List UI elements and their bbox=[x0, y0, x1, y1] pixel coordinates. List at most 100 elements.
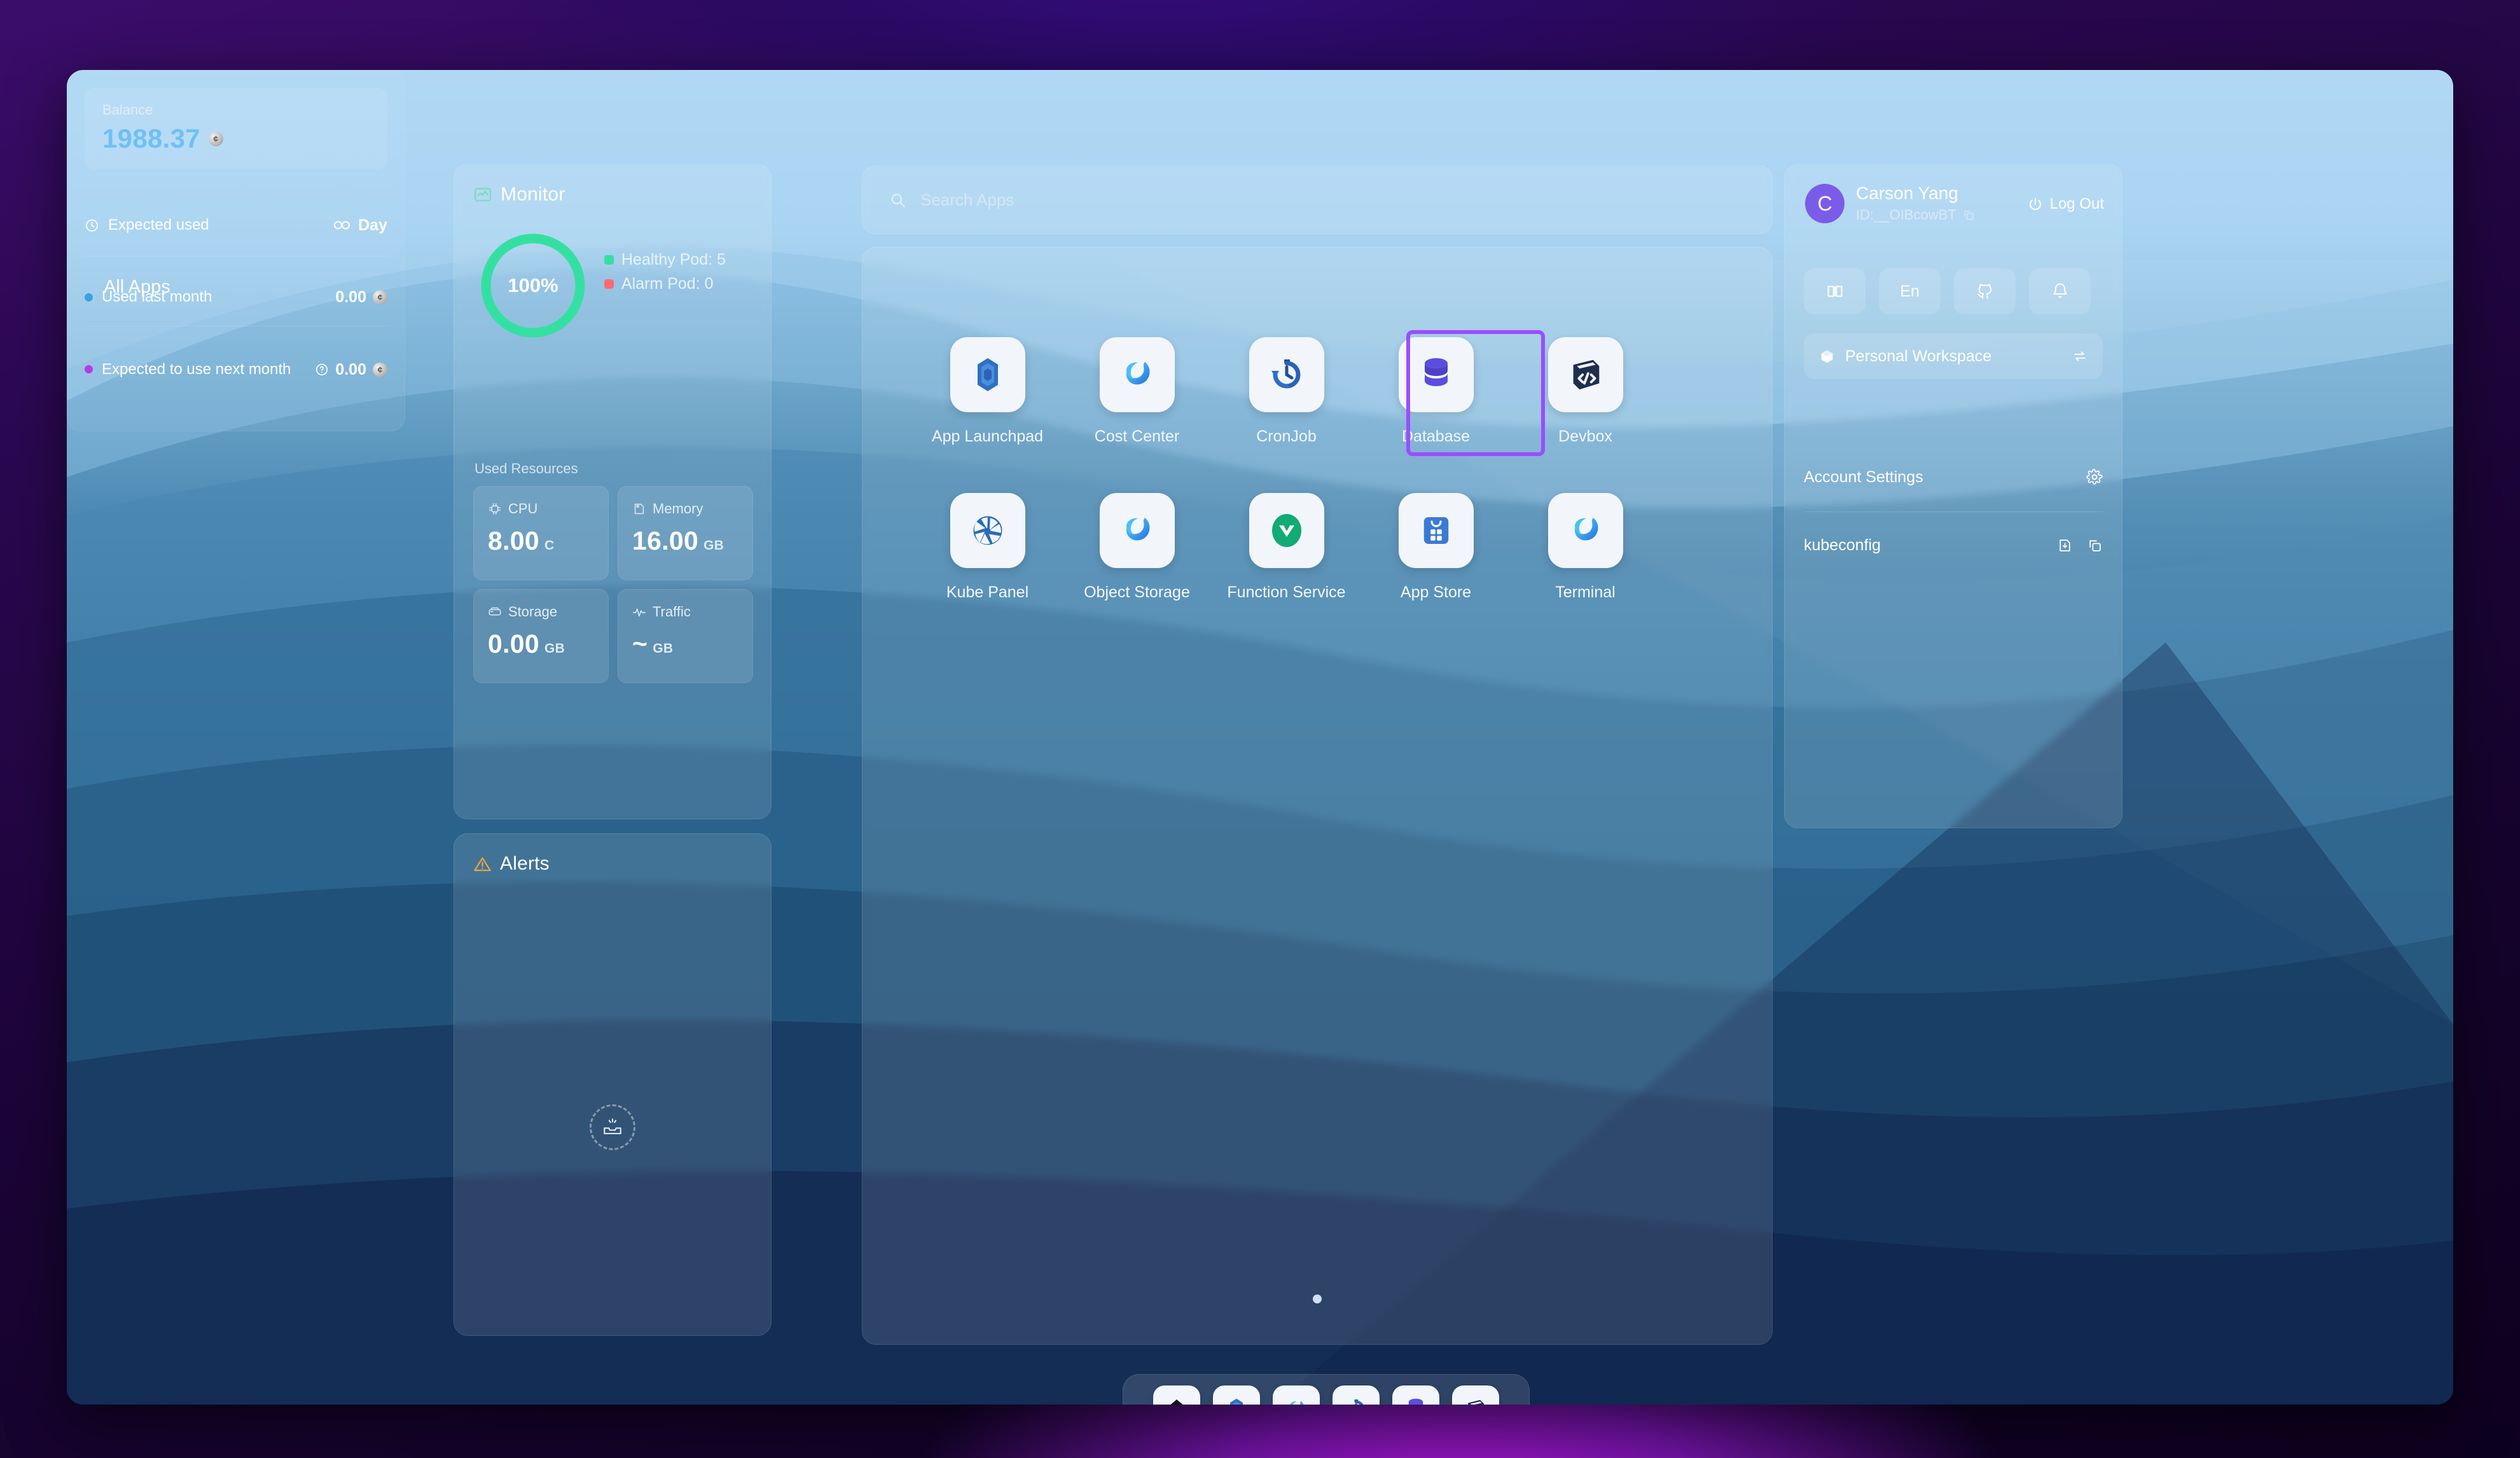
app-tile-function-service[interactable]: Function Service bbox=[1212, 493, 1361, 603]
app-label-cost-center: Cost Center bbox=[1095, 426, 1179, 447]
app-label-app-store: App Store bbox=[1401, 582, 1471, 603]
clock-icon bbox=[85, 218, 99, 233]
app-tile-app-store[interactable]: App Store bbox=[1361, 493, 1511, 603]
app-grid-row-2: Kube Panel Object Storage Function S bbox=[913, 493, 1660, 603]
search-bar[interactable]: Search Apps bbox=[862, 165, 1773, 234]
alerts-header: Alerts bbox=[454, 834, 771, 875]
devbox-icon bbox=[1452, 1385, 1499, 1405]
app-grid-row-1: App Launchpad Cost Center bbox=[913, 337, 1660, 447]
dock-item-database[interactable] bbox=[1392, 1385, 1439, 1405]
app-label-kube-panel: Kube Panel bbox=[946, 582, 1028, 603]
dock-item-app-launchpad[interactable] bbox=[1213, 1385, 1260, 1405]
health-gauge: 100% bbox=[476, 228, 590, 343]
question-icon[interactable] bbox=[315, 363, 329, 377]
app-label-cronjob: CronJob bbox=[1256, 426, 1317, 447]
app-tile-cost-center[interactable]: Cost Center bbox=[1062, 337, 1212, 447]
used-last-month-label: Used last month bbox=[102, 288, 212, 306]
gear-icon[interactable] bbox=[2086, 469, 2103, 485]
used-last-month-row: Used last month 0.00 ¢ bbox=[85, 272, 387, 322]
alerts-panel: Alerts bbox=[453, 833, 772, 1336]
expected-next-month-label: Expected to use next month bbox=[102, 360, 291, 378]
resource-card-traffic: Traffic ~GB bbox=[618, 589, 753, 683]
app-tile-cronjob[interactable]: CronJob bbox=[1212, 337, 1361, 447]
resource-card-memory: Memory 16.00GB bbox=[618, 486, 753, 580]
alarm-pod-dot-icon bbox=[604, 279, 614, 289]
switch-arrows-icon[interactable] bbox=[2072, 349, 2087, 364]
account-settings-row[interactable]: Account Settings bbox=[1804, 454, 2103, 500]
coin-icon: ¢ bbox=[373, 290, 387, 305]
app-label-object-storage: Object Storage bbox=[1084, 582, 1190, 603]
balance-label: Balance bbox=[102, 102, 387, 118]
used-last-month-value: 0.00 bbox=[335, 288, 366, 307]
user-name: Carson Yang bbox=[1856, 184, 1975, 203]
devbox-icon bbox=[1548, 337, 1623, 412]
home-icon bbox=[1153, 1385, 1200, 1405]
copy-icon[interactable] bbox=[1962, 209, 1975, 221]
resource-name-cpu: CPU bbox=[508, 501, 537, 517]
cronjob-icon bbox=[1333, 1385, 1380, 1405]
expected-next-month-value: 0.00 bbox=[335, 361, 366, 379]
dock-item-home[interactable] bbox=[1153, 1385, 1200, 1405]
app-store-icon bbox=[1399, 493, 1474, 568]
resource-unit-memory: GB bbox=[703, 538, 724, 553]
dock-item-devbox[interactable] bbox=[1452, 1385, 1499, 1405]
workspace-label: Personal Workspace bbox=[1845, 347, 2062, 366]
docs-icon[interactable] bbox=[1804, 268, 1866, 314]
app-tile-devbox[interactable]: Devbox bbox=[1511, 337, 1660, 447]
power-icon bbox=[2028, 197, 2043, 212]
dock bbox=[1123, 1374, 1530, 1405]
workspace-switcher[interactable]: Personal Workspace bbox=[1804, 333, 2103, 379]
used-resources-label: Used Resources bbox=[474, 461, 578, 477]
language-icon[interactable]: En bbox=[1879, 268, 1941, 314]
app-tile-object-storage[interactable]: Object Storage bbox=[1062, 493, 1212, 603]
app-tile-kube-panel[interactable]: Kube Panel bbox=[913, 493, 1062, 603]
kubeconfig-row[interactable]: kubeconfig bbox=[1804, 522, 2103, 568]
resource-value-storage: 0.00 bbox=[488, 629, 539, 658]
monitor-title: Monitor bbox=[501, 184, 565, 205]
app-label-devbox: Devbox bbox=[1558, 426, 1612, 447]
monitor-chart-icon bbox=[473, 185, 492, 204]
healthy-pod-label: Healthy Pod: 5 bbox=[621, 251, 726, 269]
infinity-icon bbox=[333, 219, 352, 232]
search-input[interactable]: Search Apps bbox=[920, 190, 1014, 210]
account-settings-label: Account Settings bbox=[1804, 468, 1923, 487]
balance-card: Balance 1988.37 ¢ bbox=[85, 88, 387, 169]
app-tile-database[interactable]: Database bbox=[1361, 337, 1511, 447]
app-tile-app-launchpad[interactable]: App Launchpad bbox=[913, 337, 1062, 447]
expected-next-month-row: Expected to use next month 0.00 ¢ bbox=[85, 340, 387, 399]
resource-card-cpu: CPU 8.00C bbox=[473, 486, 609, 580]
coin-icon: ¢ bbox=[373, 363, 387, 377]
dock-item-cost-center[interactable] bbox=[1273, 1385, 1320, 1405]
expected-used-value: Day bbox=[358, 216, 387, 235]
database-icon bbox=[1399, 337, 1474, 412]
terminal-icon bbox=[1548, 493, 1623, 568]
empty-inbox-icon bbox=[590, 1104, 635, 1150]
app-label-function-service: Function Service bbox=[1227, 582, 1345, 603]
github-icon[interactable] bbox=[1954, 268, 2016, 314]
avatar[interactable]: C bbox=[1805, 184, 1845, 223]
resource-value-memory: 16.00 bbox=[632, 526, 698, 555]
gauge-percent-label: 100% bbox=[476, 228, 590, 343]
menu-divider bbox=[1804, 511, 2103, 512]
logout-label: Log Out bbox=[2050, 195, 2104, 213]
alarm-pod-label: Alarm Pod: 0 bbox=[621, 275, 714, 293]
app-tile-terminal[interactable]: Terminal bbox=[1511, 493, 1660, 603]
page-dot-1[interactable] bbox=[1313, 1295, 1322, 1303]
resource-name-storage: Storage bbox=[508, 604, 557, 620]
kubeconfig-label: kubeconfig bbox=[1804, 536, 1881, 555]
apps-pagination[interactable] bbox=[862, 1295, 1773, 1303]
alerts-title: Alerts bbox=[500, 853, 550, 875]
dock-item-cronjob[interactable] bbox=[1333, 1385, 1380, 1405]
user-id-row[interactable]: ID:__OIBcowBT bbox=[1856, 207, 1975, 223]
storage-icon bbox=[488, 605, 502, 619]
user-id-label: ID:__OIBcowBT bbox=[1856, 207, 1956, 223]
bell-icon[interactable] bbox=[2029, 268, 2091, 314]
copy-icon[interactable] bbox=[2087, 538, 2103, 553]
download-icon[interactable] bbox=[2057, 538, 2073, 553]
cronjob-icon bbox=[1249, 337, 1324, 412]
app-label-terminal: Terminal bbox=[1555, 582, 1615, 603]
object-storage-icon bbox=[1100, 493, 1175, 568]
coin-icon: ¢ bbox=[209, 132, 223, 146]
logout-button[interactable]: Log Out bbox=[2028, 195, 2104, 213]
resource-unit-cpu: C bbox=[544, 538, 554, 553]
